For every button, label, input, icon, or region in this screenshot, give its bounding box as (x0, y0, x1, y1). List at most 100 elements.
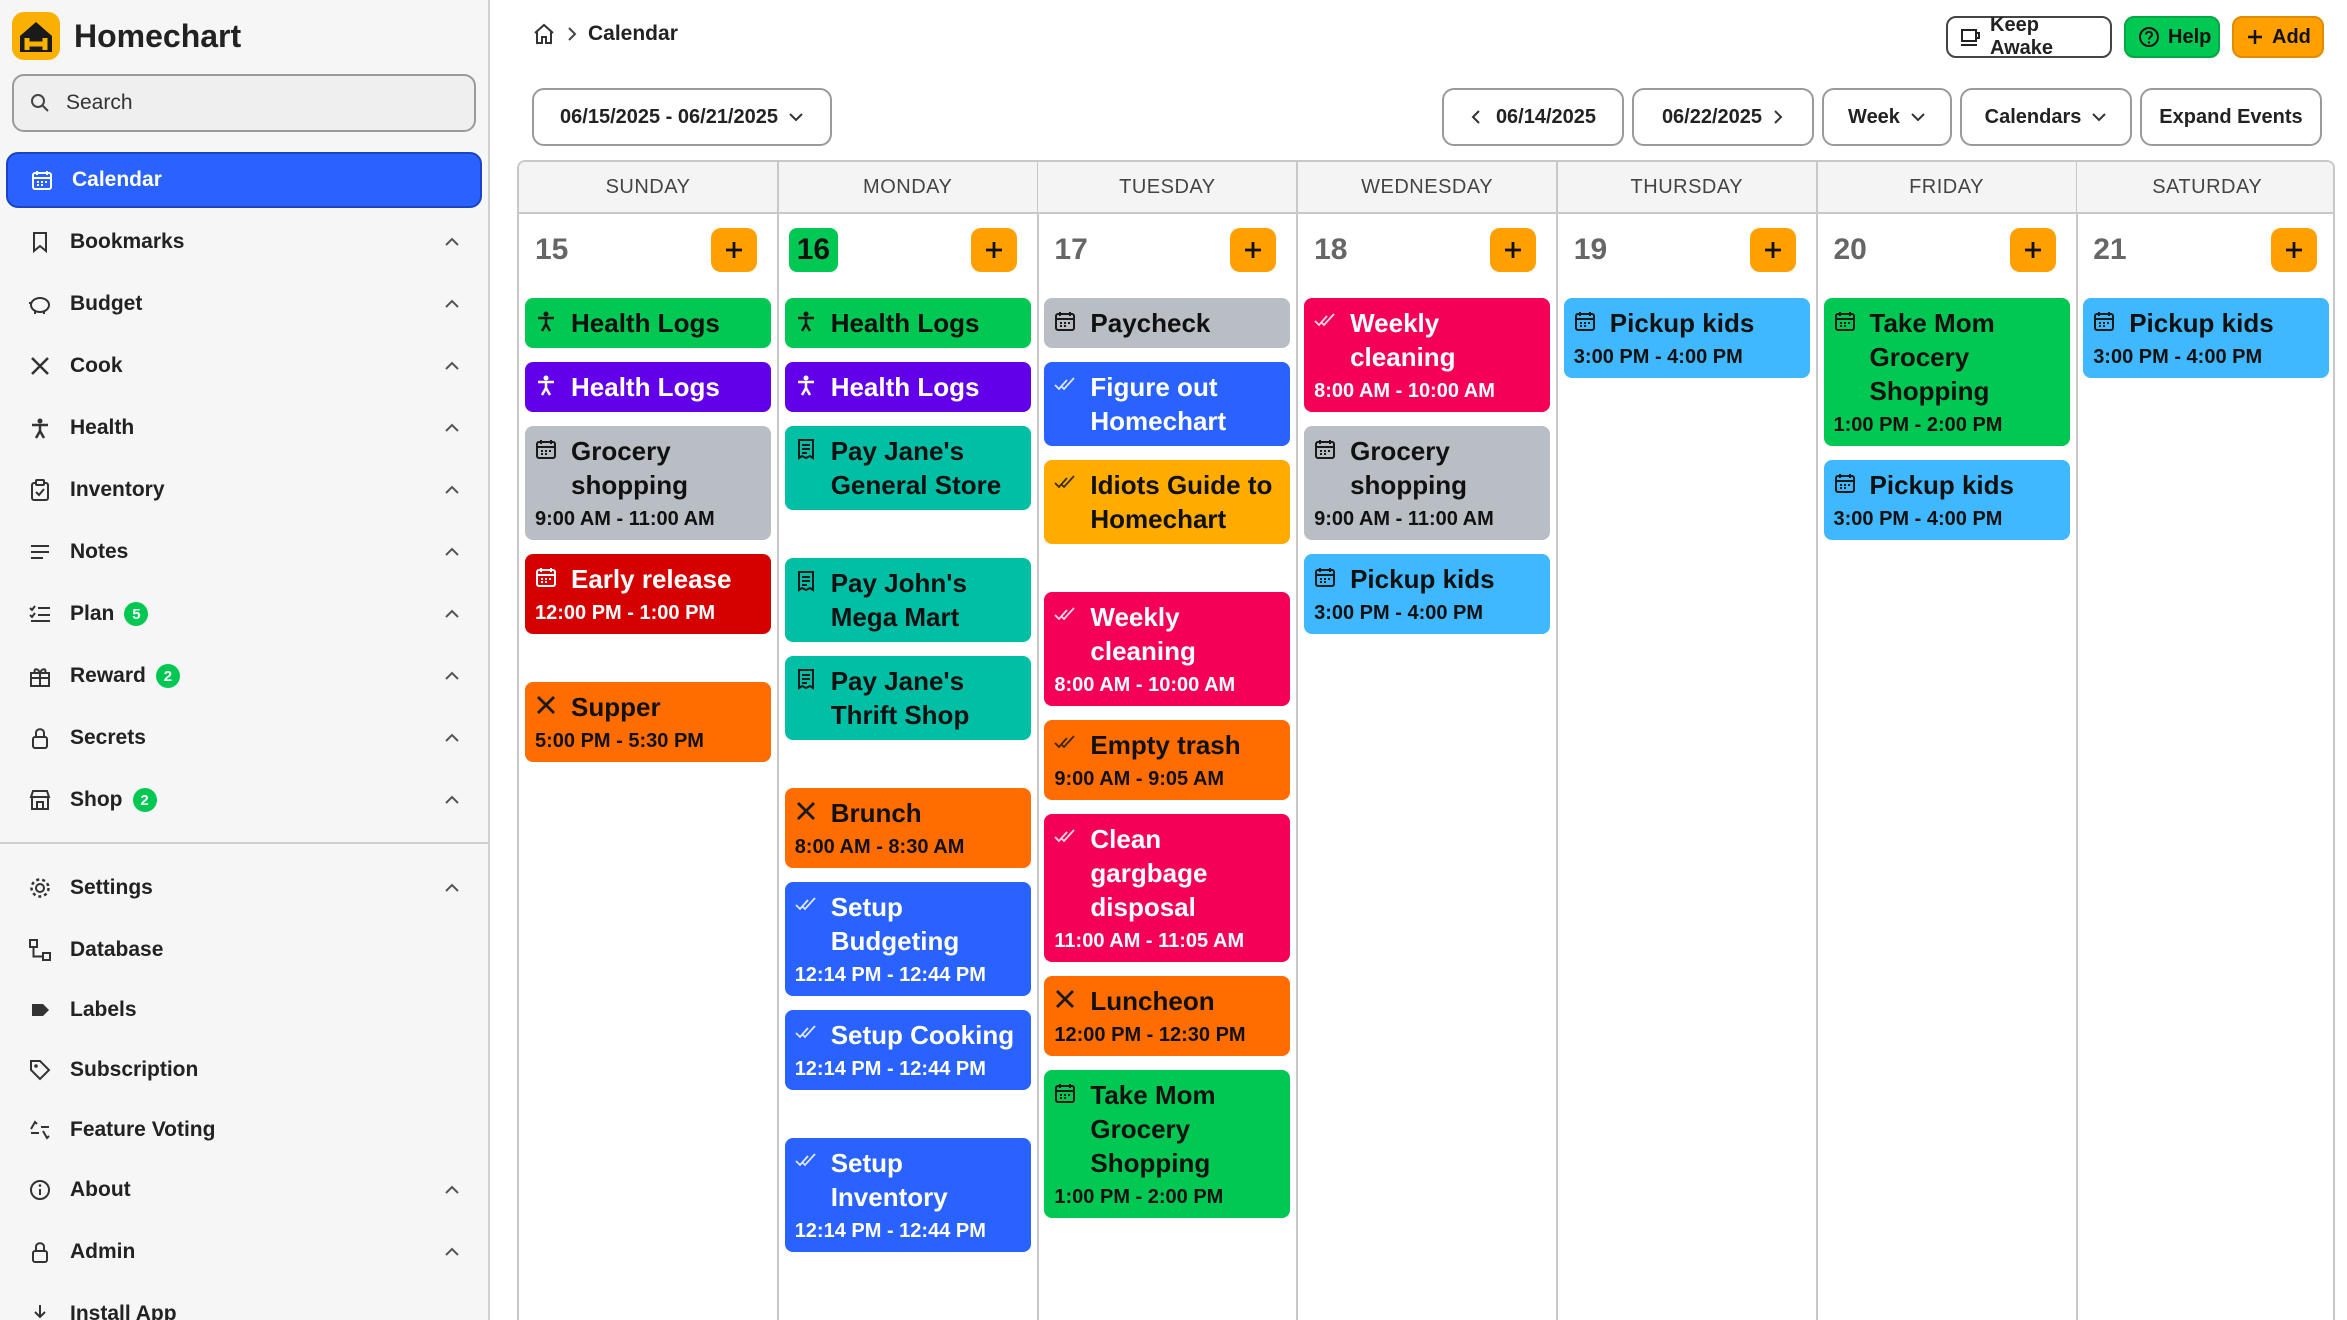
calendar-event[interactable]: Setup Budgeting 12:14 PM - 12:44 PM (784, 882, 1031, 996)
calendar-event[interactable]: Health Logs (784, 298, 1031, 348)
chevron-up-icon[interactable] (442, 1242, 462, 1262)
sidebar-item-secrets[interactable]: Secrets (6, 710, 482, 766)
chevron-up-icon[interactable] (442, 1180, 462, 1200)
sidebar-item-admin[interactable]: Admin (6, 1224, 482, 1280)
sidebar-item-shop[interactable]: Shop 2 (6, 772, 482, 828)
sidebar-item-feature-voting[interactable]: Feature Voting (6, 1102, 482, 1158)
calendar-event[interactable]: Take Mom Grocery Shopping 1:00 PM - 2:00 … (1044, 1070, 1291, 1218)
day-number[interactable]: 18 (1312, 228, 1349, 272)
view-select[interactable]: Week (1822, 88, 1952, 146)
day-header-row: 15 (519, 214, 777, 280)
keep-awake-button[interactable]: Keep Awake (1946, 14, 2112, 59)
chevron-up-icon[interactable] (442, 728, 462, 748)
sidebar-item-cook[interactable]: Cook (6, 338, 482, 394)
sidebar-item-label: Health (70, 416, 135, 439)
sidebar-item-inventory[interactable]: Inventory (6, 462, 482, 518)
next-week-label: 06/22/2025 (1661, 105, 1763, 128)
sidebar-item-calendar[interactable]: Calendar (6, 152, 482, 208)
calendar-event[interactable]: Pay Jane's General Store (784, 426, 1031, 510)
lock-icon (26, 724, 54, 752)
add-button[interactable]: Add (2232, 16, 2324, 58)
sidebar-item-database[interactable]: Database (6, 922, 482, 978)
chevron-up-icon[interactable] (442, 294, 462, 314)
expand-events-button[interactable]: Expand Events (2140, 88, 2322, 146)
chevron-up-icon[interactable] (442, 480, 462, 500)
add-event-button[interactable] (2009, 228, 2056, 272)
sidebar-item-label: Secrets (70, 726, 146, 749)
calendar-event[interactable]: Idiots Guide to Homechart (1044, 460, 1291, 544)
calendar-event[interactable]: Setup Inventory 12:14 PM - 12:44 PM (784, 1138, 1031, 1252)
calendar-event[interactable]: Clean gargbage disposal 11:00 AM - 11:05 … (1044, 814, 1291, 962)
calendar-event[interactable]: Health Logs (525, 298, 771, 348)
sidebar-item-health[interactable]: Health (6, 400, 482, 456)
event-title: Setup Cooking (830, 1020, 1015, 1050)
calendar-event[interactable]: Brunch 8:00 AM - 8:30 AM (784, 788, 1031, 868)
calendar-event[interactable]: Pay Jane's Thrift Shop (784, 656, 1031, 740)
home-icon[interactable] (532, 23, 556, 45)
next-week-button[interactable]: 06/22/2025 (1632, 88, 1814, 146)
chevron-up-icon[interactable] (442, 604, 462, 624)
calendar-event[interactable]: Weekly cleaning 8:00 AM - 10:00 AM (1044, 592, 1291, 706)
sidebar-item-reward[interactable]: Reward 2 (6, 648, 482, 704)
chevron-up-icon[interactable] (442, 790, 462, 810)
sidebar-item-budget[interactable]: Budget (6, 276, 482, 332)
calendar-event[interactable]: Setup Cooking 12:14 PM - 12:44 PM (784, 1010, 1031, 1090)
calendar-event[interactable]: Grocery shopping 9:00 AM - 11:00 AM (1304, 426, 1551, 540)
calendar-event[interactable]: Figure out Homechart (1044, 362, 1291, 446)
calendar-event[interactable]: Paycheck (1044, 298, 1291, 348)
add-event-button[interactable] (1230, 228, 1277, 272)
day-number[interactable]: 20 (1832, 228, 1869, 272)
add-event-button[interactable] (970, 228, 1017, 272)
sidebar-item-plan[interactable]: Plan 5 (6, 586, 482, 642)
calendar-event[interactable]: Supper 5:00 PM - 5:30 PM (525, 682, 771, 762)
add-event-button[interactable] (1749, 228, 1796, 272)
event-title: Take Mom Grocery Shopping (1090, 1080, 1216, 1178)
calendar-event[interactable]: Health Logs (525, 362, 771, 412)
chevron-up-icon[interactable] (442, 356, 462, 376)
plan-count-badge: 5 (124, 602, 149, 626)
sidebar-item-install-app[interactable]: Install App (6, 1286, 482, 1320)
add-event-button[interactable] (2271, 228, 2318, 272)
date-range-select[interactable]: 06/15/2025 - 06/21/2025 (532, 88, 832, 146)
calendar-event[interactable]: Pickup kids 3:00 PM - 4:00 PM (1823, 460, 2070, 540)
chevron-up-icon[interactable] (442, 542, 462, 562)
day-number[interactable]: 15 (533, 228, 570, 272)
date-range-label: 06/15/2025 - 06/21/2025 (560, 105, 778, 128)
brand[interactable]: Homechart (12, 12, 241, 60)
sidebar-item-subscription[interactable]: Subscription (6, 1042, 482, 1098)
sidebar-item-labels[interactable]: Labels (6, 982, 482, 1038)
calendar-event[interactable]: Early release 12:00 PM - 1:00 PM (525, 554, 771, 634)
sidebar-item-about[interactable]: About (6, 1162, 482, 1218)
calendar-event[interactable]: Pickup kids 3:00 PM - 4:00 PM (1304, 554, 1551, 634)
sidebar-item-label: Cook (70, 354, 123, 377)
calendar-event[interactable]: Pickup kids 3:00 PM - 4:00 PM (1563, 298, 1810, 378)
calendar-event[interactable]: Grocery shopping 9:00 AM - 11:00 AM (525, 426, 771, 540)
chevron-up-icon[interactable] (442, 232, 462, 252)
calendar-event[interactable]: Health Logs (784, 362, 1031, 412)
day-number[interactable]: 19 (1572, 228, 1609, 272)
calendar-event[interactable]: Pay John's Mega Mart (784, 558, 1031, 642)
calendar-icon (1314, 562, 1342, 588)
previous-week-button[interactable]: 06/14/2025 (1442, 88, 1624, 146)
add-event-button[interactable] (1490, 228, 1537, 272)
sidebar-item-notes[interactable]: Notes (6, 524, 482, 580)
chevron-up-icon[interactable] (442, 666, 462, 686)
chevron-up-icon[interactable] (442, 418, 462, 438)
sidebar-item-settings[interactable]: Settings (6, 860, 482, 916)
day-number[interactable]: 17 (1052, 228, 1089, 272)
day-number[interactable]: 21 (2091, 228, 2128, 272)
calendars-select[interactable]: Calendars (1960, 88, 2132, 146)
today-day-number[interactable]: 16 (788, 228, 839, 272)
calendar-event[interactable]: Luncheon 12:00 PM - 12:30 PM (1044, 976, 1291, 1056)
calendar-event[interactable]: Pickup kids 3:00 PM - 4:00 PM (2083, 298, 2330, 378)
sidebar-item-bookmarks[interactable]: Bookmarks (6, 214, 482, 270)
add-event-button[interactable] (711, 228, 757, 272)
calendar-event[interactable]: Take Mom Grocery Shopping 1:00 PM - 2:00 … (1823, 298, 2070, 446)
calendar-event[interactable]: Weekly cleaning 8:00 AM - 10:00 AM (1304, 298, 1551, 412)
calendar-event[interactable]: Empty trash 9:00 AM - 9:05 AM (1044, 720, 1291, 800)
reward-count-badge: 2 (155, 664, 180, 688)
event-time: 12:14 PM - 12:44 PM (794, 1058, 986, 1080)
chevron-up-icon[interactable] (442, 878, 462, 898)
help-button[interactable]: Help (2124, 16, 2220, 58)
search-input[interactable]: Search (12, 74, 476, 132)
